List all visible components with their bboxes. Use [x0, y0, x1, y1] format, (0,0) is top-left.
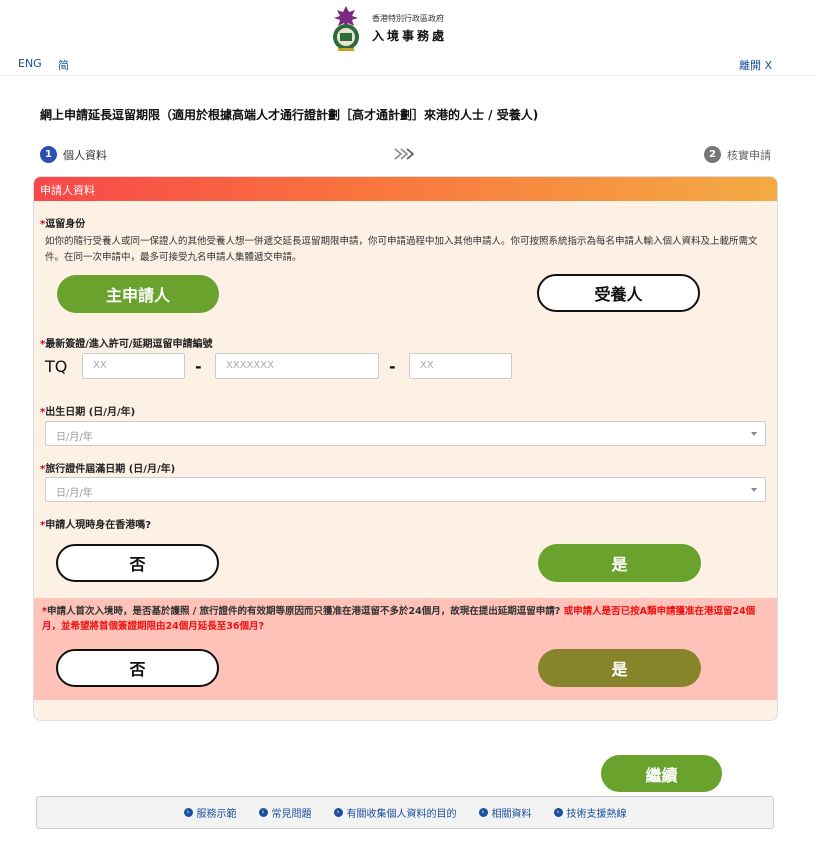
first-entry-question: *申請人首次入境時，是否基於護照 / 旅行證件的有效期等原因而只獲准在港逗留不多…: [42, 606, 756, 632]
step-label: 個人資料: [63, 148, 107, 162]
main-applicant-button[interactable]: 主申請人: [57, 275, 219, 313]
footer-link-support[interactable]: › 技術支援熱線: [553, 805, 627, 820]
visa-ref-part1-input[interactable]: XX: [82, 353, 185, 379]
arrow-right-circle-icon: ›: [478, 808, 488, 817]
dob-date-picker[interactable]: 日/月/年: [45, 421, 766, 446]
visa-ref-separator: -: [389, 357, 396, 376]
continue-button[interactable]: 繼續: [601, 755, 722, 792]
footer-link-faq[interactable]: › 常見問題: [258, 805, 312, 820]
step-verify: 2 核實申請: [704, 146, 771, 163]
first-entry-question-panel: *申請人首次入境時，是否基於護照 / 旅行證件的有效期等原因而只獲准在港逗留不多…: [34, 598, 777, 700]
step-arrows-icon: [394, 148, 415, 160]
section-title: 申請人資料: [34, 177, 777, 201]
dob-label: *出生日期 (日/月/年): [40, 407, 136, 418]
stay-identity-label: *逗留身份: [40, 219, 86, 230]
dob-placeholder: 日/月/年: [56, 432, 93, 443]
footer-link-pics[interactable]: › 有關收集個人資料的目的: [333, 805, 457, 820]
header: 香港特別行政區政府 入境事務處 ENG 简 離開 X: [0, 0, 816, 76]
step-number: 1: [40, 146, 57, 163]
arrow-right-circle-icon: ›: [258, 808, 268, 817]
page-title: 網上申請延長逗留期限（適用於根據高端人才通行證計劃［高才通計劃］來港的人士 / …: [40, 108, 539, 122]
step-label: 核實申請: [727, 148, 771, 162]
arrow-right-circle-icon: ›: [553, 808, 563, 817]
in-hk-yes-button[interactable]: 是: [538, 544, 701, 582]
doc-expiry-placeholder: 日/月/年: [56, 488, 93, 499]
doc-expiry-label: *旅行證件屆滿日期 (日/月/年): [40, 464, 176, 475]
arrow-right-circle-icon: ›: [183, 808, 193, 817]
footer-links: › 服務示範 › 常見問題 › 有關收集個人資料的目的 › 相關資料 › 技術支援熱線: [36, 796, 774, 829]
emblem-icon: [333, 6, 359, 51]
in-hk-label: *申請人現時身在香港嗎?: [40, 520, 152, 531]
visa-ref-part2-input[interactable]: XXXXXXX: [215, 353, 379, 379]
visa-ref-separator: -: [195, 357, 202, 376]
visa-ref-prefix: TQ: [45, 357, 68, 376]
applicant-info-card: 申請人資料 *逗留身份 如你的隨行受養人或同一保證人的其他受養人想一併遞交延長逗…: [33, 176, 778, 721]
dependant-button[interactable]: 受養人: [537, 274, 700, 312]
step-personal-info: 1 個人資料: [40, 146, 107, 163]
department-name-line1: 香港特別行政區政府: [372, 13, 444, 23]
department-logo: 香港特別行政區政府 入境事務處: [328, 4, 447, 52]
dropdown-caret-icon: [751, 488, 757, 492]
step-number: 2: [704, 146, 721, 163]
footer-link-related[interactable]: › 相關資料: [478, 805, 532, 820]
footer-link-demo[interactable]: › 服務示範: [183, 805, 237, 820]
visa-ref-label: *最新簽證/進入許可/延期逗留申請編號: [40, 339, 213, 350]
visa-ref-part3-input[interactable]: XX: [409, 353, 512, 379]
first-entry-no-button[interactable]: 否: [56, 649, 219, 687]
lang-english-link[interactable]: ENG: [18, 57, 42, 70]
dropdown-caret-icon: [751, 432, 757, 436]
stay-identity-description: 如你的隨行受養人或同一保證人的其他受養人想一併遞交延長逗留期限申請，你可申請過程…: [45, 236, 758, 263]
lang-simplified-link[interactable]: 简: [58, 57, 69, 73]
first-entry-yes-button[interactable]: 是: [538, 649, 701, 687]
in-hk-no-button[interactable]: 否: [56, 544, 219, 582]
doc-expiry-date-picker[interactable]: 日/月/年: [45, 477, 766, 502]
leave-link[interactable]: 離開 X: [739, 57, 772, 73]
arrow-right-circle-icon: ›: [333, 808, 343, 817]
department-name-line2: 入境事務處: [372, 28, 448, 43]
